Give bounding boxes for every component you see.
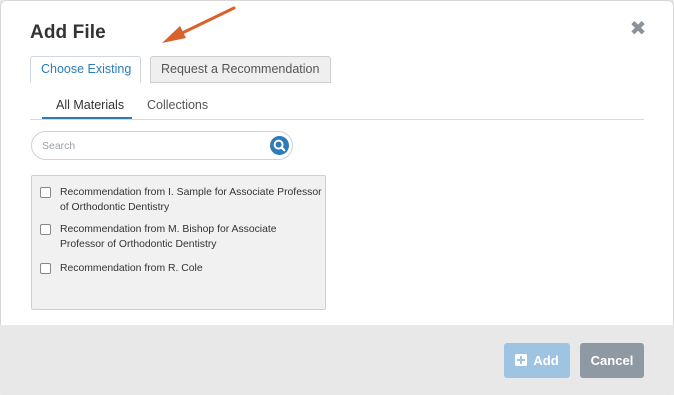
add-button[interactable]: Add bbox=[504, 343, 570, 378]
list-item-label: Recommendation from I. Sample for Associ… bbox=[60, 187, 322, 213]
search-input[interactable] bbox=[42, 136, 262, 155]
checkbox[interactable] bbox=[40, 224, 51, 235]
arrow-annotation-icon bbox=[162, 6, 236, 43]
subtab-all-materials[interactable]: All Materials bbox=[42, 96, 132, 119]
dialog-footer: Add Cancel bbox=[0, 325, 674, 395]
search-box bbox=[31, 131, 293, 160]
add-button-label: Add bbox=[533, 353, 559, 368]
subtab-collections[interactable]: Collections bbox=[147, 96, 208, 119]
checkbox[interactable] bbox=[40, 263, 51, 274]
subtab-bar: All Materials Collections bbox=[30, 96, 644, 120]
tab-request-recommendation[interactable]: Request a Recommendation bbox=[150, 56, 331, 83]
tab-choose-existing[interactable]: Choose Existing bbox=[30, 56, 141, 83]
add-file-dialog: Add File ✖ Choose Existing Request a Rec… bbox=[0, 0, 674, 395]
plus-square-icon bbox=[515, 354, 528, 366]
search-icon[interactable] bbox=[270, 136, 289, 155]
dialog-title: Add File bbox=[30, 22, 106, 43]
checkbox[interactable] bbox=[40, 187, 51, 198]
list-item-label: Recommendation from R. Cole bbox=[60, 263, 203, 274]
close-icon[interactable]: ✖ bbox=[629, 19, 647, 39]
list-item-label: Recommendation from M. Bishop for Associ… bbox=[60, 224, 277, 250]
cancel-button[interactable]: Cancel bbox=[580, 343, 644, 378]
materials-list: Recommendation from I. Sample for Associ… bbox=[31, 175, 326, 310]
